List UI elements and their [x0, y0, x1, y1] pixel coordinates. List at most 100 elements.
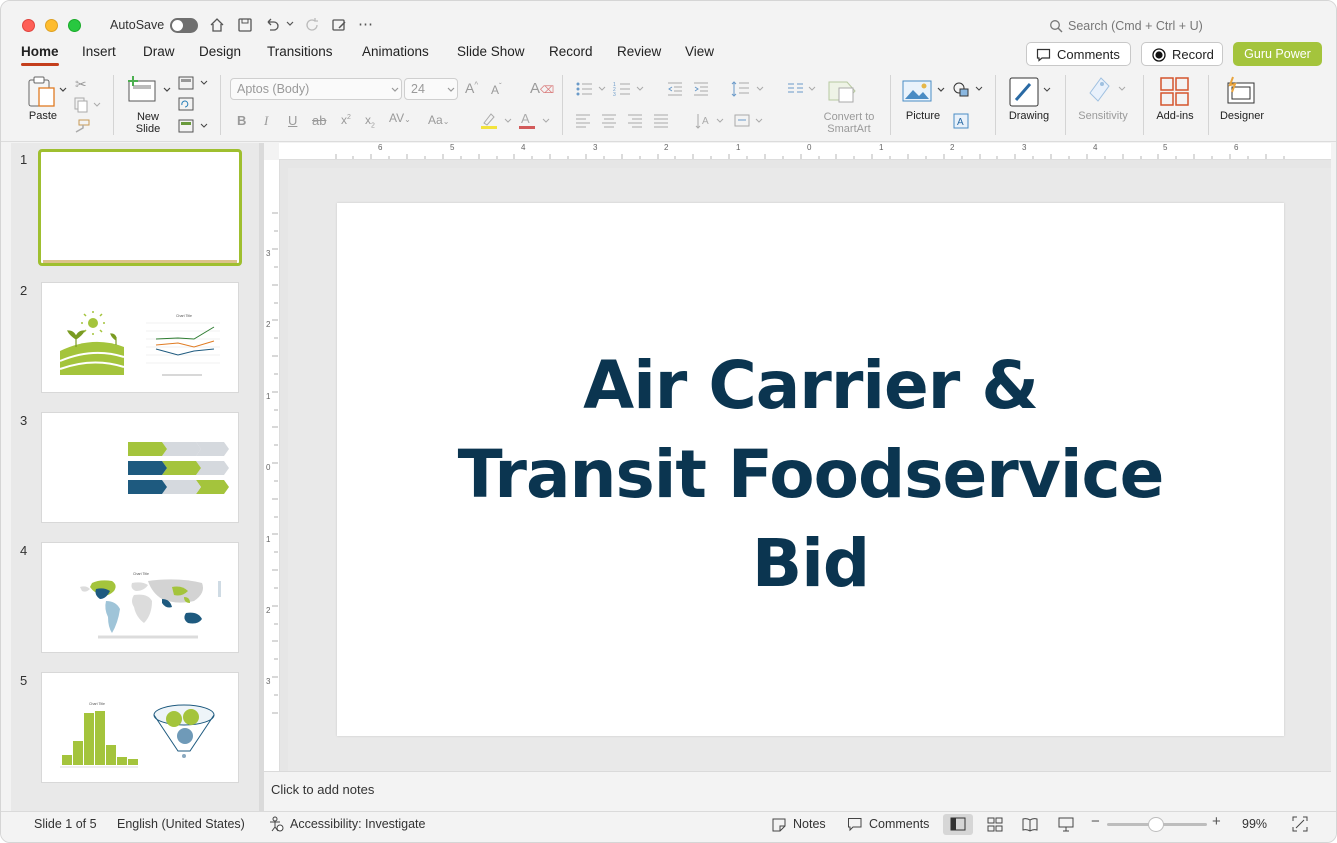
highlight-icon[interactable] [479, 111, 513, 131]
change-case-icon[interactable]: Aa⌄ [428, 113, 449, 127]
slide-show-icon[interactable] [1058, 817, 1074, 832]
shapes-icon[interactable] [951, 79, 985, 99]
slide-thumbnail-3[interactable] [41, 412, 239, 523]
tab-view[interactable]: View [685, 44, 714, 59]
align-text-icon[interactable] [733, 111, 767, 131]
paste-dropdown-icon[interactable] [59, 87, 67, 93]
comments-button[interactable]: Comments [1026, 42, 1131, 66]
zoom-level[interactable]: 99% [1242, 817, 1267, 831]
autosave-label: AutoSave [110, 18, 165, 32]
copy-icon[interactable] [73, 97, 101, 113]
new-slide-icon[interactable] [125, 75, 161, 105]
drawing-icon[interactable] [1008, 76, 1052, 108]
tab-insert[interactable]: Insert [82, 44, 116, 59]
save-icon[interactable] [237, 17, 253, 33]
character-spacing-icon[interactable]: AV⌄ [389, 111, 411, 125]
designer-label: Designer [1219, 110, 1265, 122]
tab-draw[interactable]: Draw [143, 44, 175, 59]
autosave-toggle[interactable] [170, 18, 198, 33]
reading-view-icon[interactable] [1022, 817, 1038, 832]
slide-thumbnail-1[interactable] [38, 149, 242, 266]
minimize-window-button[interactable] [45, 19, 58, 32]
underline-icon[interactable]: U [288, 113, 297, 128]
more-options-icon[interactable]: ⋯ [358, 15, 373, 33]
current-slide[interactable]: Air Carrier & Transit Foodservice Bid [337, 203, 1284, 736]
designer-icon[interactable] [1225, 75, 1259, 107]
strikethrough-icon[interactable]: ab [312, 113, 326, 128]
font-name-select[interactable]: Aptos (Body) [230, 78, 402, 100]
undo-icon[interactable] [264, 17, 280, 33]
bold-icon[interactable]: B [237, 113, 246, 128]
addins-icon[interactable] [1159, 76, 1191, 108]
layout-icon[interactable] [177, 75, 209, 91]
comment-icon [1036, 48, 1051, 62]
language-status[interactable]: English (United States) [117, 817, 245, 831]
record-icon [1152, 48, 1166, 62]
record-button[interactable]: Record [1141, 42, 1223, 66]
zoom-window-button[interactable] [68, 19, 81, 32]
numbering-icon[interactable]: 123 [613, 81, 649, 97]
tab-record[interactable]: Record [549, 44, 593, 59]
new-slide-dropdown-icon[interactable] [163, 87, 171, 93]
slide-title[interactable]: Air Carrier & Transit Foodservice Bid [337, 341, 1284, 608]
normal-view-icon [950, 817, 966, 831]
increase-font-icon[interactable]: A^ [465, 80, 478, 96]
font-size-select[interactable]: 24 [404, 78, 458, 100]
notes-pane[interactable]: Click to add notes [264, 771, 1331, 811]
text-direction-icon[interactable]: A [695, 111, 727, 131]
customize-toolbar-icon[interactable] [331, 17, 347, 33]
cut-icon[interactable]: ✂ [75, 76, 87, 93]
superscript-icon[interactable]: x2 [341, 113, 351, 127]
accessibility-status[interactable]: Accessibility: Investigate [290, 817, 425, 831]
columns-icon[interactable] [787, 81, 819, 97]
notes-button[interactable]: Notes [793, 817, 826, 831]
decrease-font-icon[interactable]: Aˇ [491, 82, 502, 97]
smartart-icon[interactable] [827, 78, 859, 104]
picture-dropdown-icon[interactable] [937, 87, 945, 93]
tab-design[interactable]: Design [199, 44, 241, 59]
redo-icon[interactable] [304, 17, 320, 33]
decrease-indent-icon[interactable] [667, 81, 683, 97]
format-painter-icon[interactable] [73, 118, 91, 134]
sensitivity-icon[interactable] [1085, 75, 1129, 107]
slide-thumbnail-2[interactable]: Chart Title [41, 282, 239, 393]
alignment-icons[interactable] [575, 113, 675, 129]
slide-sorter-icon[interactable] [987, 817, 1003, 832]
picture-icon[interactable] [901, 78, 933, 104]
tab-animations[interactable]: Animations [362, 44, 429, 59]
italic-icon[interactable]: I [264, 113, 268, 129]
tab-transitions[interactable]: Transitions [267, 44, 333, 59]
fit-slide-icon[interactable] [1292, 816, 1308, 832]
font-color-icon[interactable]: A [517, 111, 551, 131]
zoom-out-button[interactable]: − [1091, 813, 1100, 830]
zoom-in-button[interactable]: + [1212, 813, 1221, 830]
comments-button-label: Comments [1057, 47, 1120, 62]
clear-formatting-icon[interactable]: A⌫ [530, 80, 554, 97]
slide-thumbnail-4[interactable]: Chart Title [41, 542, 239, 653]
slide-thumbnail-5[interactable]: Chart Title [41, 672, 239, 783]
normal-view-button[interactable] [943, 814, 973, 835]
home-icon[interactable] [209, 17, 225, 33]
tab-review[interactable]: Review [617, 44, 661, 59]
section-icon[interactable] [177, 118, 209, 134]
increase-indent-icon[interactable] [693, 81, 709, 97]
slide-number: 4 [20, 543, 28, 558]
close-window-button[interactable] [22, 19, 35, 32]
guru-power-button[interactable]: Guru Power [1233, 42, 1322, 66]
ruler-labels-h: 6 5 4 3 2 1 0 1 2 3 4 5 6 [378, 143, 1239, 152]
paste-icon[interactable] [26, 76, 58, 110]
histogram-thumbnail [60, 711, 138, 768]
undo-dropdown-icon[interactable] [286, 21, 294, 27]
world-map-thumbnail [80, 579, 221, 639]
bullets-icon[interactable] [575, 81, 611, 97]
comments-status-button[interactable]: Comments [869, 817, 929, 831]
zoom-slider-thumb[interactable] [1148, 817, 1164, 832]
search-field[interactable]: Search (Cmd + Ctrl + U) [1068, 19, 1203, 33]
line-spacing-icon[interactable] [731, 81, 767, 97]
tab-home[interactable]: Home [21, 44, 59, 59]
reset-icon[interactable] [177, 96, 195, 112]
subscript-icon[interactable]: x2 [365, 113, 375, 129]
text-box-icon[interactable]: A [952, 112, 970, 130]
new-slide-label-2: Slide [135, 123, 161, 135]
tab-slide-show[interactable]: Slide Show [457, 44, 525, 59]
